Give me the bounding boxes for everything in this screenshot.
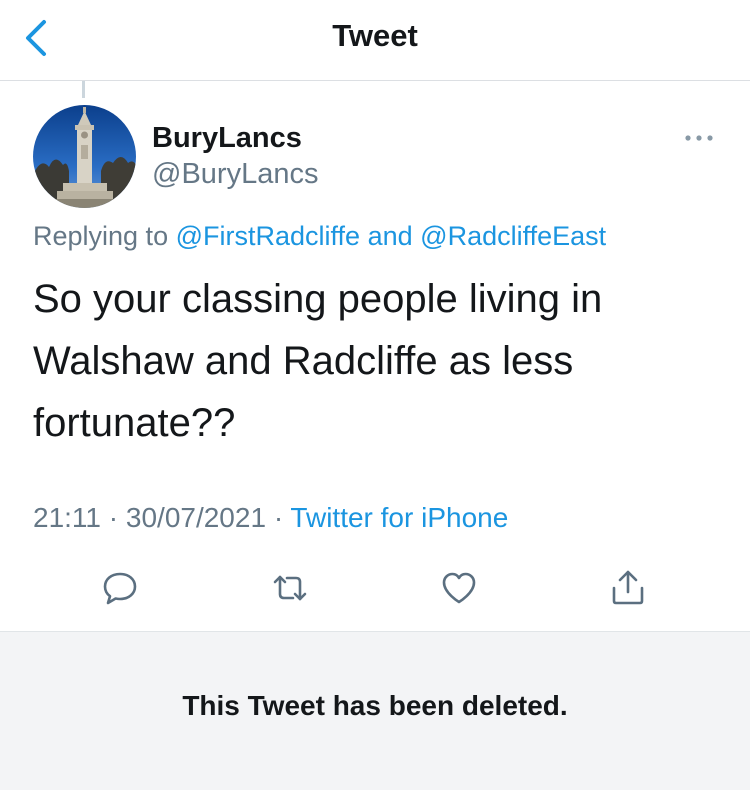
meta-separator: · (273, 502, 284, 533)
top-bar: Tweet (0, 0, 750, 81)
comment-icon (103, 572, 137, 605)
page-title: Tweet (332, 18, 418, 53)
share-button[interactable] (608, 568, 648, 608)
retweet-button[interactable] (270, 568, 310, 608)
thread-connector (82, 81, 85, 98)
avatar[interactable] (33, 105, 136, 208)
tweet-meta: 21:11 · 30/07/2021 · Twitter for iPhone (33, 502, 508, 534)
more-options-button[interactable] (680, 126, 720, 150)
user-handle: @BuryLancs (152, 158, 319, 190)
display-name[interactable]: BuryLancs (152, 122, 302, 155)
tweet-source[interactable]: Twitter for iPhone (290, 502, 508, 533)
deleted-tweet-panel: This Tweet has been deleted. (0, 631, 750, 790)
deleted-tweet-notice: This Tweet has been deleted. (182, 690, 568, 721)
heart-icon (442, 572, 476, 604)
tweet-date: 30/07/2021 (125, 502, 267, 533)
replying-to-line: Replying to @FirstRadcliffe and @Radclif… (33, 221, 606, 252)
tweet-time: 21:11 (33, 502, 101, 533)
reply-mention-firstradcliffe[interactable]: @FirstRadcliffe (176, 221, 360, 251)
reply-button[interactable] (100, 568, 140, 608)
avatar-image (33, 105, 136, 208)
meta-separator: · (108, 502, 119, 533)
share-icon (612, 570, 644, 605)
more-horizontal-icon (685, 135, 713, 141)
retweet-icon (273, 575, 307, 601)
tweet-text: So your classing people living in Walsha… (33, 277, 603, 445)
replying-prefix: Replying to (33, 221, 169, 251)
like-button[interactable] (439, 568, 479, 608)
reply-mention-radcliffeeast[interactable]: @RadcliffeEast (420, 221, 606, 251)
reply-joiner[interactable]: and (368, 221, 413, 251)
